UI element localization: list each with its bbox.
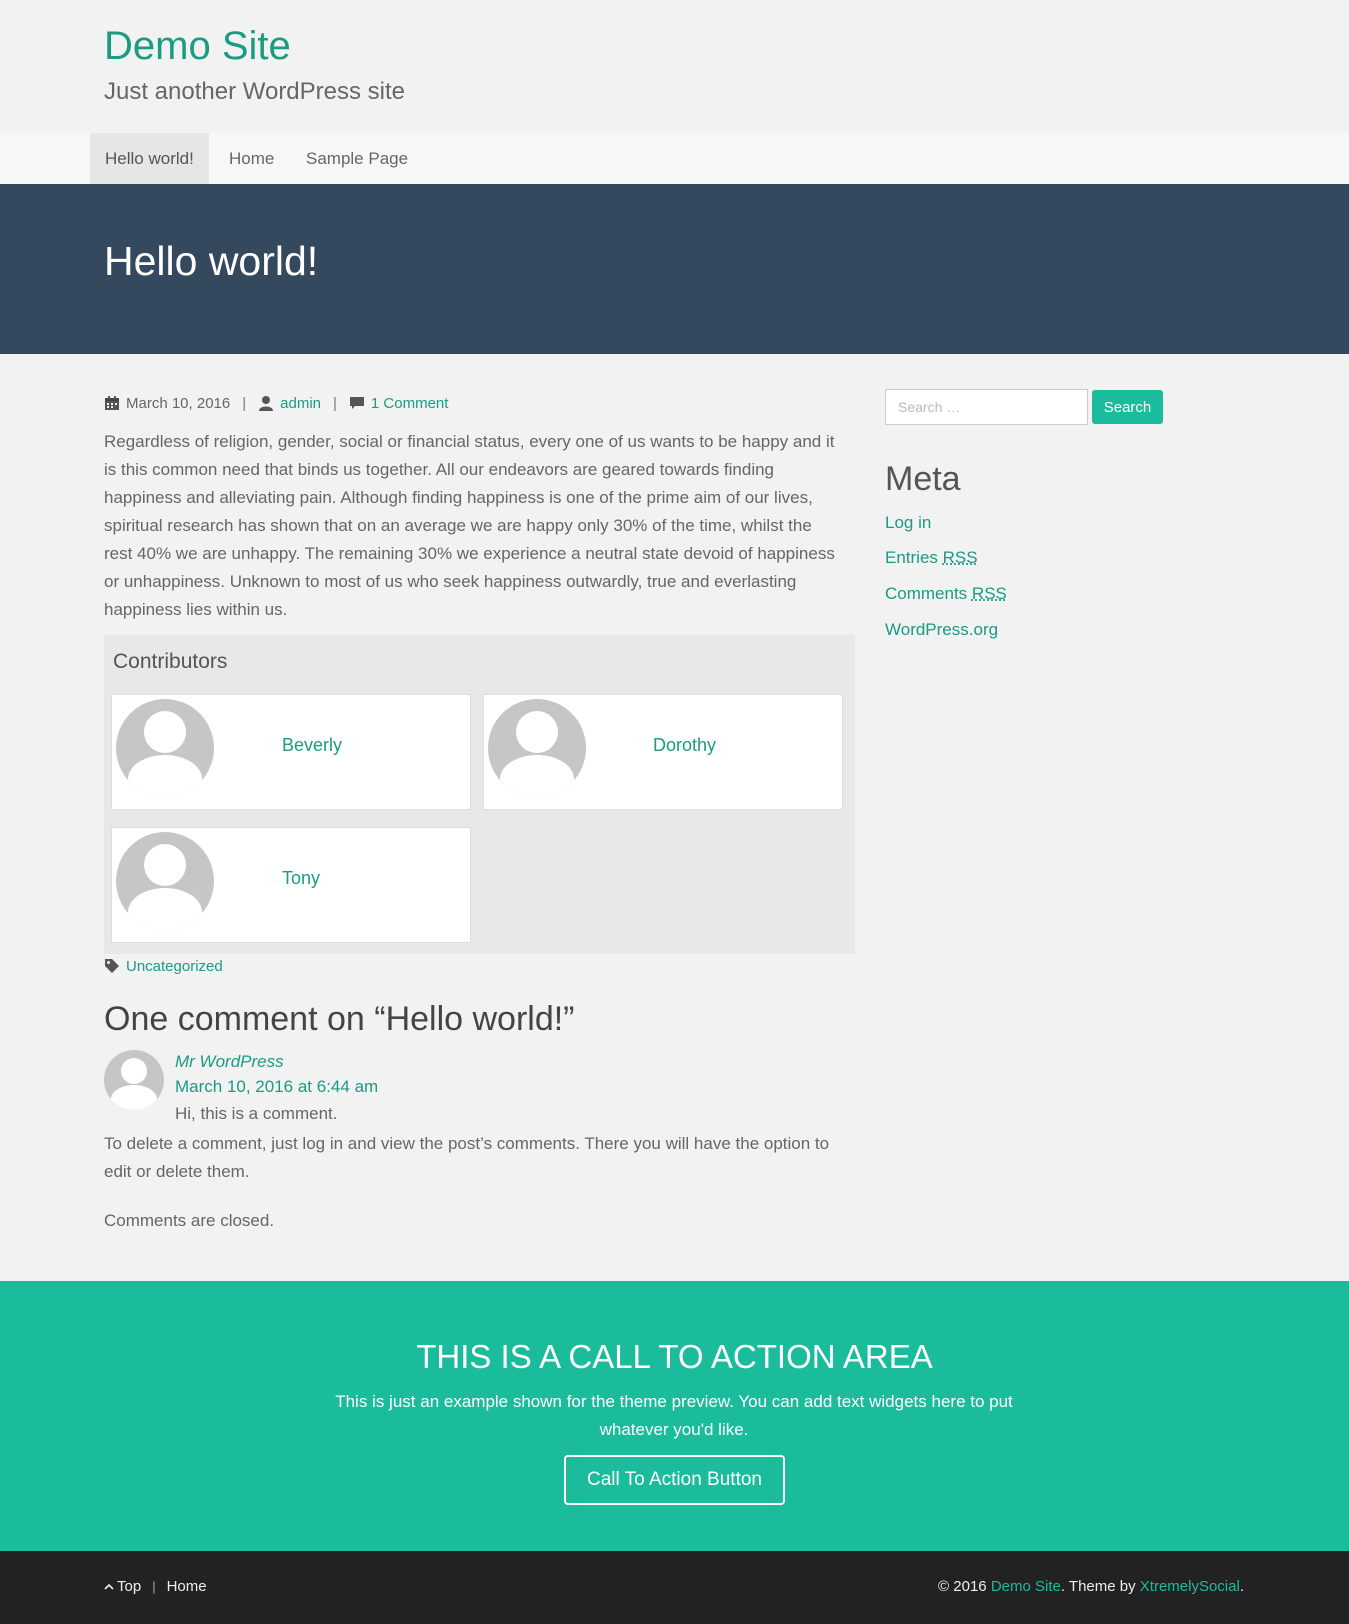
comment-text: To delete a comment, just log in and vie…: [104, 1134, 830, 1181]
main-nav: Hello world! Home Sample Page: [0, 133, 1349, 184]
cta-title: THIS IS A CALL TO ACTION AREA: [416, 1338, 933, 1375]
chevron-up-icon: [104, 1583, 114, 1590]
contributor-card: Beverly: [111, 694, 471, 810]
avatar[interactable]: [116, 699, 214, 797]
theme-by-text: . Theme by: [1060, 1578, 1136, 1595]
page-title: Hello world!: [104, 238, 319, 284]
post-date: March 10, 2016: [126, 394, 231, 412]
page-hero: Hello world!: [0, 184, 1349, 354]
rss-abbr: RSS: [971, 584, 1007, 603]
meta-widget-title: Meta: [885, 460, 961, 498]
contributor-card: Dorothy: [483, 694, 843, 810]
comments-closed-notice: Comments are closed.: [104, 1211, 275, 1230]
entries-rss-link[interactable]: Entries RSS: [885, 548, 978, 568]
contributors-box: Contributors Beverly Dorothy Tony: [104, 635, 855, 954]
wordpress-org-link[interactable]: WordPress.org: [885, 620, 998, 640]
entries-rss-label: Entries: [885, 548, 943, 567]
footer-site-link[interactable]: Demo Site: [991, 1578, 1061, 1595]
comments-rss-link[interactable]: Comments RSS: [885, 584, 1007, 604]
comment-icon: [349, 397, 364, 409]
site-footer: Top | Home © 2016 Demo Site. Theme by Xt…: [0, 1551, 1349, 1624]
nav-item-sample-page[interactable]: Sample Page: [291, 133, 423, 184]
copyright-text: © 2016: [938, 1578, 987, 1595]
post-comments-link[interactable]: 1 Comment: [371, 395, 449, 412]
comment-text: Hi, this is a comment.: [175, 1104, 338, 1123]
comments-title: One comment on “Hello world!”: [104, 1000, 575, 1038]
login-link[interactable]: Log in: [885, 513, 931, 533]
comment-date-link[interactable]: March 10, 2016 at 6:44 am: [175, 1077, 378, 1097]
search-input[interactable]: [885, 389, 1088, 425]
rss-abbr: RSS: [942, 548, 978, 567]
nav-item-home[interactable]: Home: [214, 133, 289, 184]
user-icon: [259, 396, 274, 411]
theme-author-link[interactable]: XtremelySocial: [1140, 1578, 1240, 1595]
post-meta: March 10, 2016 | admin | 1 Comment: [104, 392, 448, 414]
tag-icon: [105, 959, 119, 973]
nav-item-hello-world[interactable]: Hello world!: [90, 133, 209, 184]
footer-home-link[interactable]: Home: [167, 1578, 207, 1595]
site-tagline: Just another WordPress site: [104, 78, 406, 105]
back-to-top-link[interactable]: Top: [117, 1578, 141, 1595]
site-title[interactable]: Demo Site: [104, 24, 291, 69]
footer-credits: © 2016 Demo Site. Theme by XtremelySocia…: [938, 1578, 1244, 1595]
avatar[interactable]: [116, 832, 214, 930]
post-categories: Uncategorized: [104, 956, 223, 976]
contributor-name[interactable]: Tony: [282, 868, 320, 889]
post-author-link[interactable]: admin: [280, 395, 321, 412]
footer-period: .: [1239, 1578, 1244, 1595]
comment-author[interactable]: Mr WordPress: [175, 1052, 284, 1072]
meta-separator: |: [333, 394, 337, 412]
footer-separator: |: [152, 1579, 156, 1594]
contributors-title: Contributors: [113, 650, 228, 673]
comments-rss-label: Comments: [885, 584, 972, 603]
site-header: Demo Site Just another WordPress site: [0, 0, 1349, 133]
footer-nav: Top | Home: [104, 1578, 207, 1595]
contributor-name[interactable]: Dorothy: [653, 735, 716, 756]
calendar-icon: [105, 396, 119, 410]
avatar[interactable]: [488, 699, 586, 797]
cta-button[interactable]: Call To Action Button: [564, 1455, 785, 1505]
cta-text: This is just an example shown for the th…: [335, 1392, 1013, 1439]
contributor-card: Tony: [111, 827, 471, 943]
meta-separator: |: [242, 394, 247, 412]
post-content: Regardless of religion, gender, social o…: [104, 432, 835, 619]
call-to-action-area: THIS IS A CALL TO ACTION AREA This is ju…: [0, 1281, 1349, 1551]
contributor-name[interactable]: Beverly: [282, 735, 342, 756]
category-link[interactable]: Uncategorized: [126, 958, 223, 975]
search-button[interactable]: Search: [1092, 390, 1163, 424]
comment-avatar: [104, 1050, 164, 1110]
